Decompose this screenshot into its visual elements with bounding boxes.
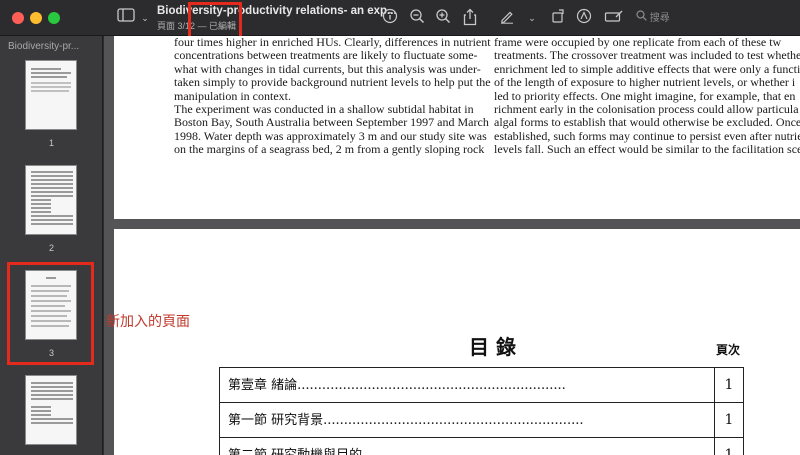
toc-row: 第二節 研究動機與目的.............................… xyxy=(220,438,744,455)
annotate-icon[interactable] xyxy=(574,8,594,28)
page-thumbnail-1[interactable] xyxy=(25,60,77,130)
text-line: four times higher in enriched HUs. Clear… xyxy=(174,36,491,49)
toc-page-header: 頁次 xyxy=(716,343,741,357)
text-line: The experiment was conducted in a shallo… xyxy=(174,102,474,117)
text-line: of the length of exposure to higher nutr… xyxy=(494,75,796,90)
text-line: established, such forms may continue to … xyxy=(494,128,800,143)
search-placeholder: 搜尋 xyxy=(649,13,670,24)
toc-table: 第壹章 緒論..................................… xyxy=(219,367,744,455)
info-icon[interactable] xyxy=(380,8,400,28)
added-page-label: 新加入的頁面 xyxy=(106,313,190,329)
text-line: 1998. Water depth was approximately 3 m … xyxy=(174,128,487,143)
toc-entry-text: 第二節 研究動機與目的.............................… xyxy=(228,438,706,455)
text-line: manipulation in context. xyxy=(174,88,291,103)
toc-title: 目 錄 xyxy=(469,335,516,359)
pdf-page-2: four times higher in enriched HUs. Clear… xyxy=(114,36,800,219)
text-line: richment early in the colonisation proce… xyxy=(494,102,799,117)
toc-entry-page: 1 xyxy=(714,438,744,455)
search-icon xyxy=(636,10,647,28)
close-window-button[interactable] xyxy=(12,12,24,24)
toc-row: 第壹章 緒論..................................… xyxy=(220,368,744,403)
page-thumbnail-4[interactable] xyxy=(25,375,77,445)
toc-entry-text: 第壹章 緒論..................................… xyxy=(228,378,566,393)
search-field[interactable]: 搜尋 xyxy=(636,10,796,28)
thumbnail-label-1: 1 xyxy=(48,138,54,148)
zoom-in-icon[interactable] xyxy=(433,8,453,28)
text-line: concentrations between treatments are li… xyxy=(174,48,478,63)
text-line: enrichment led to simple additive effect… xyxy=(494,61,800,76)
right-column-text: frame were occupied by one replicate fro… xyxy=(494,36,800,157)
rotate-icon[interactable] xyxy=(548,8,568,28)
text-line: Boston Bay, South Australia between Sept… xyxy=(174,115,489,130)
zoom-out-icon[interactable] xyxy=(407,8,427,28)
markup-pen-icon[interactable] xyxy=(497,8,517,28)
minimize-window-button[interactable] xyxy=(30,12,42,24)
toc-entry-text: 第一節 研究背景................................… xyxy=(228,413,584,428)
text-line: algal forms to establish that would othe… xyxy=(494,115,800,130)
thumbnail-label-2: 2 xyxy=(48,243,54,253)
text-line: what with changes in tidal currents, but… xyxy=(174,61,481,76)
sidebar-icon[interactable] xyxy=(116,8,136,28)
page-thumbnail-2[interactable] xyxy=(25,165,77,235)
form-fill-icon[interactable] xyxy=(604,8,624,28)
zoom-window-button[interactable] xyxy=(48,12,60,24)
selected-thumbnail-highlight xyxy=(7,262,94,365)
sidebar-title: Biodiversity-pr... xyxy=(8,41,80,52)
text-line: frame were occupied by one replicate fro… xyxy=(494,36,782,49)
chevron-down-icon[interactable]: ⌄ xyxy=(522,8,542,28)
chevron-down-icon[interactable]: ⌄ xyxy=(135,8,155,28)
toc-row: 第一節 研究背景................................… xyxy=(220,403,744,438)
thumbnail-sidebar: Biodiversity-pr... 1 2 3 xyxy=(0,36,103,455)
left-column-text: four times higher in enriched HUs. Clear… xyxy=(174,36,491,157)
text-line: treatments. The crossover treatment was … xyxy=(494,48,800,63)
text-line: led to priority effects. One might imagi… xyxy=(494,88,796,103)
share-icon[interactable] xyxy=(460,8,480,28)
toc-entry-page: 1 xyxy=(714,368,744,403)
document-viewer[interactable]: four times higher in enriched HUs. Clear… xyxy=(104,36,800,455)
text-line: taken simply to provide background nutri… xyxy=(174,75,491,90)
toc-entry-page: 1 xyxy=(714,403,744,438)
window-toolbar: ⌄ Biodiversity-productivity relations- a… xyxy=(0,0,800,42)
text-line: levels fall. Such an effect would be sim… xyxy=(494,142,800,157)
text-line: on the margins of a seagrass bed, 2 m fr… xyxy=(174,142,485,157)
